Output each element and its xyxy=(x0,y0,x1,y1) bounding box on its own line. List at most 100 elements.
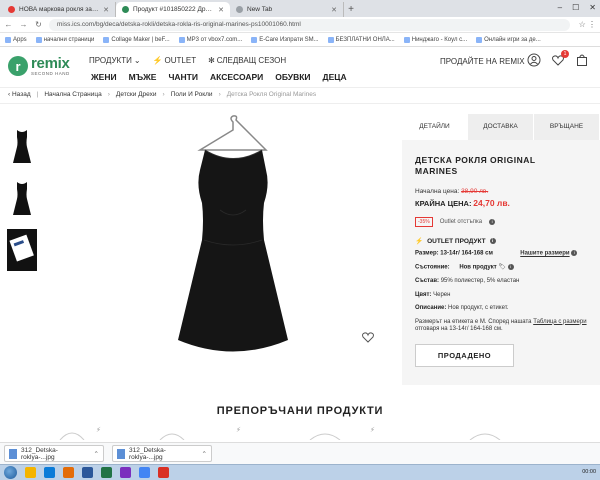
bookmark-item[interactable]: БЕЗПЛАТНИ ОНЛА... xyxy=(327,36,395,43)
info-icon[interactable]: i xyxy=(489,238,496,244)
chrome-icon[interactable] xyxy=(139,467,150,478)
close-tab-icon[interactable]: ✕ xyxy=(103,6,109,14)
breadcrumb: ‹ Назад | Начална Страница › Детски Дрех… xyxy=(8,91,317,98)
tag-icon: 🏷 xyxy=(498,264,506,271)
size-row: Размер: 13-14г/ 164-168 см Нашите размер… xyxy=(415,250,587,258)
word-icon[interactable] xyxy=(82,467,93,478)
browser-tab[interactable]: New Tab ✕ xyxy=(230,2,344,17)
bookmark-item[interactable]: E-Care Изпрати SM... xyxy=(251,36,319,43)
tab-delivery[interactable]: ДОСТАВКА xyxy=(468,114,534,140)
bookmark-icon xyxy=(251,36,258,43)
size-table-link[interactable]: Таблица с размери xyxy=(533,319,586,325)
size-guide-link[interactable]: Нашите размери xyxy=(520,251,569,257)
remix-logo[interactable]: r remix SECOND HAND xyxy=(8,56,70,77)
product-main-image[interactable] xyxy=(170,115,380,380)
windows-taskbar: 00:00 xyxy=(0,464,600,480)
download-item[interactable]: 312_Detska-roklya-...jpg ⌃ xyxy=(4,445,104,462)
media-icon[interactable] xyxy=(63,467,74,478)
reload-icon[interactable]: ↻ xyxy=(34,20,43,29)
address-bar: ← → ↻ miss.ics.com/bg/deca/detska-rokli/… xyxy=(0,17,600,33)
bookmark-item[interactable]: Apps xyxy=(5,36,27,43)
svg-text:⚡: ⚡ xyxy=(236,426,241,434)
viber-icon[interactable] xyxy=(120,467,131,478)
browser-tab[interactable]: НОВА маркова рокля за момиче ✕ xyxy=(2,2,116,17)
apps-icon xyxy=(5,36,11,43)
tab-label: НОВА маркова рокля за момиче xyxy=(19,6,99,13)
thumbnail[interactable] xyxy=(7,229,37,271)
top-nav: ПРОДУКТИ ⌄ ⚡ OUTLET ✻ СЛЕДВАЩ СЕЗОН xyxy=(89,56,286,65)
image-file-icon xyxy=(117,448,125,459)
window-controls: – ☐ ✕ xyxy=(558,3,596,12)
bookmark-item[interactable]: Нинджаго - Коул с... xyxy=(403,36,467,43)
breadcrumb-skirts-dresses[interactable]: Поли И Рокли xyxy=(171,91,213,98)
breadcrumb-home[interactable]: Начална Страница xyxy=(44,91,101,98)
category-kids[interactable]: ДЕЦА xyxy=(323,72,347,82)
url-field[interactable]: miss.ics.com/bg/deca/detska-rokli/detska… xyxy=(49,18,570,31)
thumbnail[interactable] xyxy=(7,125,37,167)
thumbnail[interactable] xyxy=(7,177,37,219)
category-men[interactable]: МЪЖЕ xyxy=(129,72,157,82)
sold-button[interactable]: ПРОДАДЕНО xyxy=(415,343,514,367)
condition-row: Състояние: Нов продукт 🏷 i xyxy=(415,264,587,272)
download-item[interactable]: 312_Detska-roklya-...jpg ⌃ xyxy=(112,445,212,462)
close-window-icon[interactable]: ✕ xyxy=(589,3,596,12)
favicon-icon xyxy=(236,6,243,13)
category-accessories[interactable]: АКСЕСОАРИ xyxy=(210,72,263,82)
close-tab-icon[interactable]: ✕ xyxy=(218,6,224,14)
back-arrow-icon[interactable]: ← xyxy=(4,20,13,29)
sell-link[interactable]: ПРОДАЙТЕ НА REMIX xyxy=(440,57,525,66)
maximize-icon[interactable]: ☐ xyxy=(572,3,579,12)
tab-details[interactable]: ДЕТАЙЛИ xyxy=(402,114,468,140)
category-bags[interactable]: ЧАНТИ xyxy=(168,72,198,82)
bookmark-item[interactable]: Онлайн игри за де... xyxy=(476,36,541,43)
recommended-title: ПРЕПОРЪЧАНИ ПРОДУКТИ xyxy=(216,405,384,417)
thumbnail-list xyxy=(7,125,37,271)
wishlist-heart-icon[interactable]: 1 xyxy=(551,50,569,67)
image-file-icon xyxy=(9,448,17,459)
nav-outlet[interactable]: ⚡ OUTLET xyxy=(153,56,197,65)
browser-tab-bar: НОВА маркова рокля за момиче ✕ Продукт #… xyxy=(0,0,600,17)
info-icon[interactable]: i xyxy=(489,219,496,225)
product-info-panel: ДЕТАЙЛИ ДОСТАВКА ВРЪЩАНЕ ДЕТСКА РОКЛЯ OR… xyxy=(402,114,600,385)
category-women[interactable]: ЖЕНИ xyxy=(91,72,117,82)
category-shoes[interactable]: ОБУВКИ xyxy=(275,72,310,82)
header-icons: 1 xyxy=(527,50,589,67)
bookmark-item[interactable]: MP3 от vbox7.com... xyxy=(178,36,242,43)
bookmark-icon xyxy=(178,36,185,43)
tab-returns[interactable]: ВРЪЩАНЕ xyxy=(534,114,600,140)
start-button-icon[interactable] xyxy=(4,466,17,479)
recommended-products-strip: ⚡ ⚡ ⚡ xyxy=(0,422,600,440)
chevron-up-icon[interactable]: ⌃ xyxy=(94,450,99,458)
new-tab-button[interactable]: + xyxy=(344,2,358,17)
discount-text: Outlet отстъпка xyxy=(439,219,483,225)
initial-price: 38,90 лв. xyxy=(461,188,489,195)
bookmark-icon xyxy=(103,36,110,43)
info-icon[interactable]: i xyxy=(507,264,514,271)
chevron-up-icon[interactable]: ⌃ xyxy=(202,450,207,458)
back-link[interactable]: ‹ Назад xyxy=(8,91,31,98)
ie-icon[interactable] xyxy=(44,467,55,478)
final-price-row: КРАЙНА ЦЕНА: 24,70 лв. xyxy=(415,198,510,208)
info-icon[interactable]: i xyxy=(571,250,578,256)
discount-badge: -35% xyxy=(415,217,433,227)
system-tray-clock[interactable]: 00:00 xyxy=(582,469,596,476)
nav-products[interactable]: ПРОДУКТИ ⌄ xyxy=(89,56,141,65)
close-tab-icon[interactable]: ✕ xyxy=(331,6,337,14)
bookmarks-bar: Apps начални страници Collage Maker | be… xyxy=(0,33,600,47)
bookmark-item[interactable]: Collage Maker | beF... xyxy=(103,36,170,43)
breadcrumb-kids-clothes[interactable]: Детски Дрехи xyxy=(116,91,157,98)
nav-next-season[interactable]: ✻ СЛЕДВАЩ СЕЗОН xyxy=(208,56,286,65)
outlet-product-row: ⚡ OUTLET ПРОДУКТ i xyxy=(415,237,587,245)
user-icon[interactable] xyxy=(527,53,541,67)
star-icon[interactable]: ☆ ⋮ xyxy=(576,20,596,29)
folder-icon[interactable] xyxy=(25,467,36,478)
bookmark-icon xyxy=(403,36,410,43)
excel-icon[interactable] xyxy=(101,467,112,478)
forward-arrow-icon[interactable]: → xyxy=(19,20,28,29)
bookmark-item[interactable]: начални страници xyxy=(35,36,94,43)
browser-tab-active[interactable]: Продукт #101850222 Дрехи ат... ✕ xyxy=(116,2,230,17)
favorite-heart-icon[interactable] xyxy=(361,330,375,346)
app-icon[interactable] xyxy=(158,467,169,478)
cart-bag-icon[interactable] xyxy=(575,53,589,67)
minimize-icon[interactable]: – xyxy=(558,3,562,12)
